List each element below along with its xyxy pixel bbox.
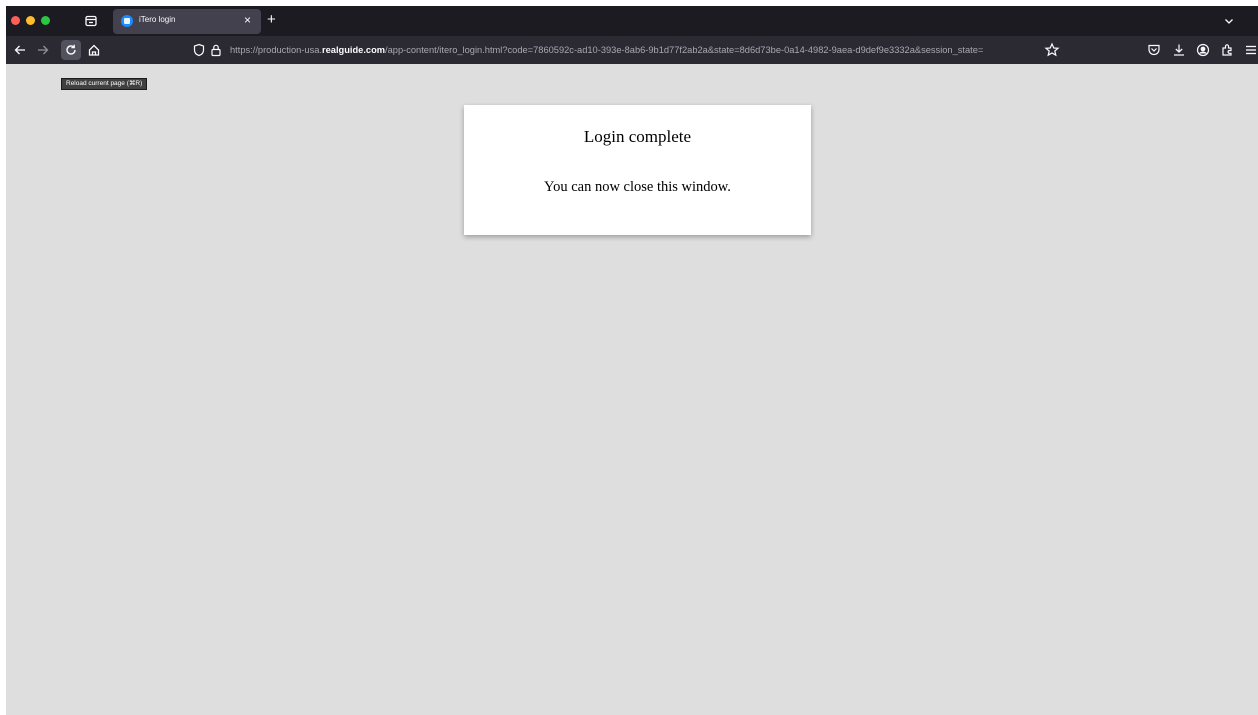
new-tab-button[interactable]: + <box>267 11 276 29</box>
back-button[interactable] <box>10 40 30 60</box>
login-complete-title: Login complete <box>583 127 692 146</box>
navigation-toolbar: https://production-usa.realguide.com/app… <box>6 36 1258 64</box>
lock-icon[interactable] <box>209 43 223 57</box>
tab-strip: iTero login × + <box>6 6 1258 36</box>
home-button[interactable] <box>84 40 104 60</box>
url-prefix: https://production-usa. <box>230 45 322 55</box>
menu-icon[interactable] <box>1243 42 1258 58</box>
url-domain: realguide.com <box>322 45 386 55</box>
login-complete-card: Login complete You can now close this wi… <box>464 105 811 235</box>
maximize-window-button[interactable] <box>41 16 50 25</box>
tab-overview-icon[interactable] <box>84 14 98 28</box>
close-window-button[interactable] <box>11 16 20 25</box>
itero-favicon-icon <box>121 15 133 27</box>
forward-button[interactable] <box>33 40 53 60</box>
browser-window: iTero login × + https://production-usa.r… <box>6 6 1258 715</box>
tab-close-button[interactable]: × <box>244 13 251 27</box>
minimize-window-button[interactable] <box>26 16 35 25</box>
page-content: Login complete You can now close this wi… <box>6 64 1258 715</box>
downloads-icon[interactable] <box>1171 42 1187 58</box>
extensions-icon[interactable] <box>1219 42 1235 58</box>
shield-icon[interactable] <box>192 43 206 57</box>
url-text[interactable]: https://production-usa.realguide.com/app… <box>230 44 1030 56</box>
star-icon[interactable] <box>1044 42 1060 58</box>
chevron-down-icon[interactable] <box>1222 14 1236 28</box>
close-window-message: You can now close this window. <box>544 179 731 195</box>
reload-tooltip: Reload current page (⌘R) <box>61 78 148 90</box>
account-icon[interactable] <box>1195 42 1211 58</box>
address-bar[interactable]: https://production-usa.realguide.com/app… <box>186 39 1066 61</box>
tab-title: iTero login <box>139 15 176 24</box>
reload-button[interactable] <box>61 40 81 60</box>
url-path: /app-content/itero_login.html?code=78605… <box>385 45 984 55</box>
pocket-icon[interactable] <box>1146 42 1162 58</box>
tab-itero-login[interactable]: iTero login × <box>113 9 261 34</box>
